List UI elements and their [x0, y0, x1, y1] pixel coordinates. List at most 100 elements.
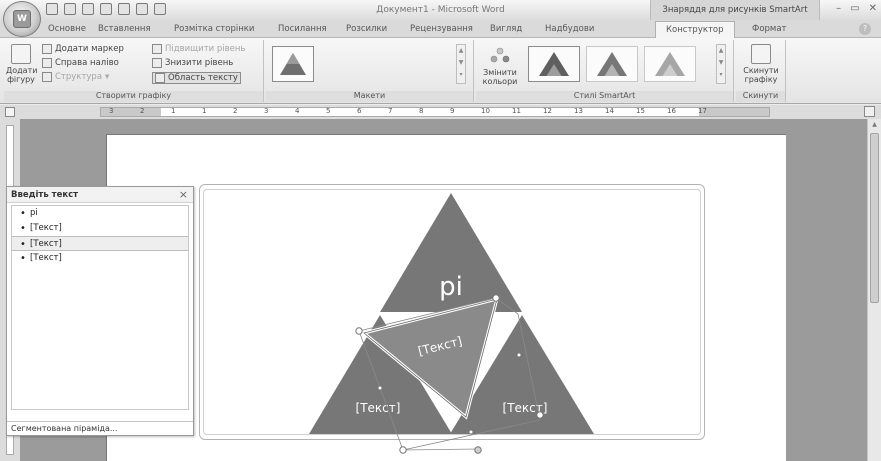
layout-label: Структура [55, 72, 103, 82]
style-thumbnail-icon [539, 52, 569, 76]
tab-format[interactable]: Формат [752, 24, 787, 34]
reset-graphic-label: Скинути графіку [743, 66, 779, 84]
ribbon: Додати фігуру Додати маркер Справа налів… [0, 38, 881, 104]
ruler-number: 17 [698, 107, 707, 115]
tab-page-layout[interactable]: Розмітка сторінки [174, 24, 254, 34]
ruler-number: 8 [419, 107, 424, 115]
right-to-left-button[interactable]: Справа наліво [42, 58, 119, 68]
layouts-group-label: Макети [266, 91, 473, 102]
style-item-3[interactable] [644, 46, 696, 82]
style-item-1[interactable] [528, 46, 580, 82]
close-icon[interactable]: × [179, 188, 188, 201]
layout-name-link[interactable]: Сегментована піраміда... [11, 424, 118, 433]
change-colors-icon [490, 47, 510, 63]
text-pane-button[interactable]: Область тексту [152, 72, 241, 84]
minimize-icon[interactable]: – [836, 3, 841, 14]
ruler-number: 7 [388, 107, 393, 115]
vertical-scrollbar[interactable]: ▲ [867, 119, 881, 461]
tab-insert[interactable]: Вставлення [98, 24, 151, 34]
layouts-gallery-scroll[interactable]: ▲ ▼ ▾ [456, 44, 466, 84]
help-icon[interactable]: ? [859, 23, 871, 35]
style-thumbnail-icon [597, 52, 627, 76]
tab-view[interactable]: Вигляд [490, 24, 522, 34]
demote-label: Знизити рівень [165, 58, 234, 68]
ruler-right-margin [699, 108, 769, 116]
layout-segmented-pyramid[interactable] [272, 46, 314, 82]
text-pane-label: Область тексту [168, 73, 238, 83]
add-bullet-button[interactable]: Додати маркер [42, 44, 124, 54]
text-pane: Введіть текст × pi [Текст] [Текст] [Текс… [6, 186, 194, 436]
ruler-number: 13 [574, 107, 583, 115]
chevron-down-icon: ▾ [105, 72, 110, 82]
list-item[interactable]: [Текст] [12, 251, 188, 266]
list-item[interactable]: [Текст] [12, 236, 188, 252]
tab-add-ins[interactable]: Надбудови [545, 24, 594, 34]
styles-gallery-scroll[interactable]: ▲ ▼ ▾ [716, 44, 726, 84]
right-to-left-label: Справа наліво [55, 58, 119, 68]
right-to-left-icon [42, 58, 52, 68]
text-pane-header: Введіть текст × [7, 187, 193, 203]
change-colors-button[interactable]: Змінити кольори [478, 46, 522, 86]
scrollbar-thumb[interactable] [870, 133, 879, 303]
layouts-group: ▲ ▼ ▾ Макети [266, 40, 474, 102]
ribbon-tabs: Основне Вставлення Розмітка сторінки Пос… [0, 20, 881, 39]
ruler-number: 4 [295, 107, 300, 115]
ruler-number: 5 [326, 107, 331, 115]
create-graphic-group-label: Створити графіку [4, 91, 263, 102]
tab-design[interactable]: Конструктор [655, 21, 735, 39]
ruler-number: 15 [636, 107, 645, 115]
horizontal-ruler[interactable]: 3 2 1 1 2 3 4 5 6 7 8 9 10 11 12 13 14 15 16 17 [100, 107, 770, 117]
ruler-number: 16 [667, 107, 676, 115]
text-pane-footer[interactable]: Сегментована піраміда... [7, 421, 193, 435]
reset-group: Скинути графіку Скинути [736, 40, 786, 102]
add-bullet-icon [42, 44, 52, 54]
reset-group-label: Скинути [736, 91, 785, 102]
pyramid-thumbnail-icon [280, 53, 306, 75]
tab-home[interactable]: Основне [48, 24, 86, 34]
tab-review[interactable]: Рецензування [410, 24, 473, 34]
ruler-number: 11 [512, 107, 521, 115]
ruler-number: 6 [357, 107, 362, 115]
close-icon[interactable]: ✕ [869, 3, 877, 14]
text-pane-icon [155, 73, 165, 83]
ruler-number: 3 [264, 107, 269, 115]
add-shape-button[interactable]: Додати фігуру [6, 44, 37, 84]
smartart-styles-group: Змінити кольори ▲ ▼ ▾ Стилі SmartArt [476, 40, 734, 102]
ruler-number: 12 [543, 107, 552, 115]
title-bar: Документ1 - Microsoft Word Знаряддя для … [0, 0, 881, 20]
tab-references[interactable]: Посилання [278, 24, 327, 34]
reset-graphic-button[interactable]: Скинути графіку [738, 44, 784, 84]
tab-mailings[interactable]: Розсилки [346, 24, 387, 34]
window-controls: – ▭ ✕ [836, 3, 877, 14]
scroll-up-icon[interactable]: ▲ [870, 121, 879, 130]
ruler-number: 1 [202, 107, 207, 115]
style-item-2[interactable] [586, 46, 638, 82]
layout-button[interactable]: Структура ▾ [42, 72, 109, 82]
horizontal-ruler-row: 3 2 1 1 2 3 4 5 6 7 8 9 10 11 12 13 14 15 16 17 [0, 105, 881, 119]
text-pane-title: Введіть текст [11, 190, 79, 200]
list-item[interactable]: pi [12, 206, 188, 221]
ruler-number: 2 [140, 107, 145, 115]
smartart-canvas[interactable] [203, 189, 701, 435]
demote-button[interactable]: Знизити рівень [152, 58, 233, 68]
style-thumbnail-icon [655, 52, 685, 76]
promote-button[interactable]: Підвищити рівень [152, 44, 245, 54]
promote-icon [152, 44, 162, 54]
view-ruler-icon[interactable] [864, 106, 875, 117]
ruler-number: 2 [233, 107, 238, 115]
list-item[interactable]: [Текст] [12, 221, 188, 236]
add-bullet-label: Додати маркер [55, 44, 124, 54]
create-graphic-group: Додати фігуру Додати маркер Справа налів… [4, 40, 264, 102]
ruler-number: 3 [109, 107, 114, 115]
text-pane-list[interactable]: pi [Текст] [Текст] [Текст] [11, 205, 189, 410]
ruler-number: 10 [481, 107, 490, 115]
reset-graphic-icon [751, 44, 771, 64]
tab-selector[interactable] [5, 107, 15, 117]
ruler-number: 1 [171, 107, 176, 115]
smartart-styles-group-label: Стилі SmartArt [476, 91, 733, 102]
office-button[interactable]: W [3, 1, 41, 37]
maximize-icon[interactable]: ▭ [850, 3, 859, 14]
change-colors-label: Змінити кольори [482, 68, 518, 86]
layout-icon [42, 72, 52, 82]
office-logo-icon: W [13, 10, 31, 28]
